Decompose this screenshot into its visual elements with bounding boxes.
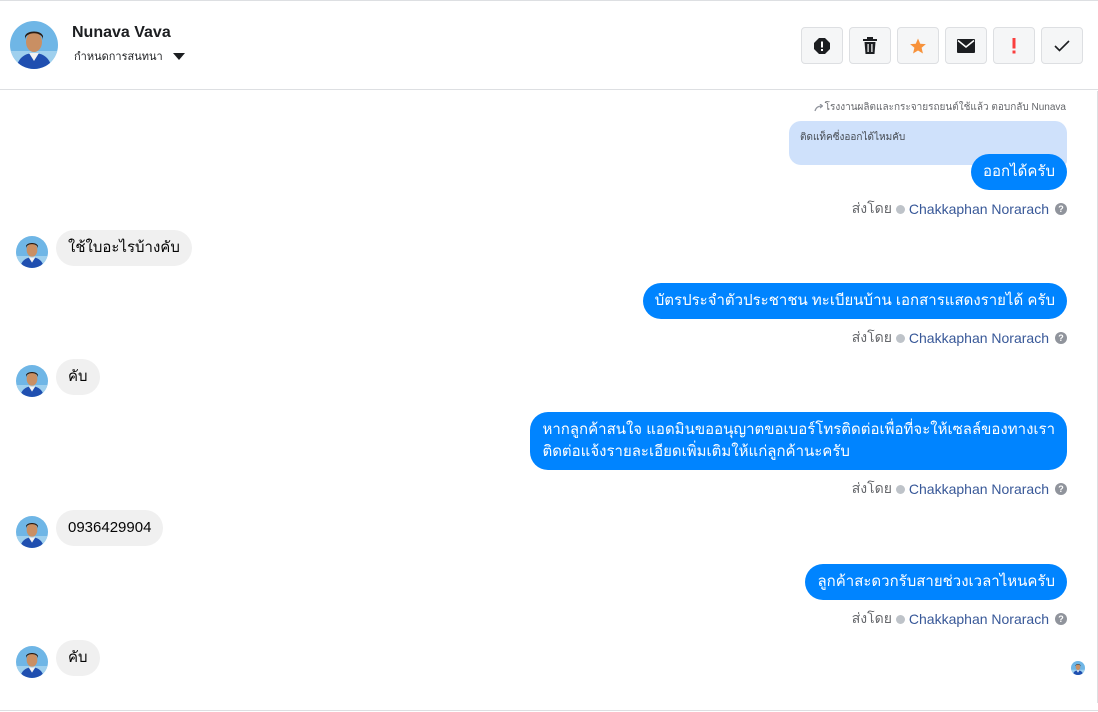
message-text: 0936429904 (68, 519, 152, 536)
agent-name[interactable]: Chakkaphan Norarach (909, 481, 1049, 497)
outgoing-message[interactable]: หากลูกค้าสนใจ แอดมินขออนุญาตขอเบอร์โทรติ… (530, 412, 1067, 470)
reply-context: โรงงานผลิตและกระจายรถยนต์ใช้แล้ว ตอบกลับ… (814, 100, 1066, 115)
mark-done-button[interactable] (1041, 27, 1083, 64)
caret-down-icon (172, 52, 185, 60)
check-circle-icon (895, 614, 905, 624)
incoming-message[interactable]: คับ (56, 359, 100, 395)
sent-by-label: ส่งโดย (851, 480, 892, 496)
envelope-icon (957, 38, 975, 53)
reply-context-text: โรงงานผลิตและกระจายรถยนต์ใช้แล้ว ตอบกลับ… (824, 102, 1066, 113)
message-text: ออกได้ครับ (983, 163, 1055, 180)
help-icon[interactable]: ? (1055, 203, 1067, 215)
mark-spam-button[interactable] (801, 27, 843, 64)
conversation-header: Nunava Vava กำหนดการสนทนา (0, 0, 1098, 90)
message-text-line: ติดต่อแจ้งรายละเอียดเพิ่มเติมให้แก่ลูกค้… (542, 443, 850, 460)
spam-icon (814, 37, 830, 54)
outgoing-message[interactable]: บัตรประจำตัวประชาชน ทะเบียนบ้าน เอกสารแส… (642, 283, 1067, 319)
sent-by-line: ส่งโดย Chakkaphan Norarach ? (852, 478, 1067, 500)
assign-conversation-dropdown[interactable]: กำหนดการสนทนา (74, 47, 185, 65)
sender-avatar[interactable] (16, 365, 48, 397)
incoming-message[interactable]: ใช้ใบอะไรบ้างคับ (56, 230, 192, 266)
trash-icon (863, 37, 877, 54)
help-icon[interactable]: ? (1055, 613, 1067, 625)
incoming-message[interactable]: 0936429904 (56, 510, 164, 546)
sent-by-line: ส่งโดย Chakkaphan Norarach ? (852, 608, 1067, 630)
sent-by-label: ส่งโดย (851, 610, 892, 626)
follow-up-button[interactable] (993, 27, 1035, 64)
message-text: บัตรประจำตัวประชาชน ทะเบียนบ้าน เอกสารแส… (654, 292, 1055, 309)
message-text: ลูกค้าสะดวกรับสายช่วงเวลาไหนครับ (817, 573, 1055, 590)
check-circle-icon (895, 333, 905, 343)
agent-name[interactable]: Chakkaphan Norarach (909, 330, 1049, 346)
message-thread: โรงงานผลิตและกระจายรถยนต์ใช้แล้ว ตอบกลับ… (0, 91, 1098, 711)
seen-receipt-avatar (1071, 661, 1085, 675)
sent-by-line: ส่งโดย Chakkaphan Norarach ? (852, 327, 1067, 349)
mark-unread-button[interactable] (945, 27, 987, 64)
star-button[interactable] (897, 27, 939, 64)
sent-by-label: ส่งโดย (851, 329, 892, 345)
assign-conversation-label: กำหนดการสนทนา (74, 51, 163, 63)
incoming-message[interactable]: คับ (56, 640, 100, 676)
sent-by-line: ส่งโดย Chakkaphan Norarach ? (852, 198, 1067, 220)
exclamation-icon (1012, 37, 1016, 53)
outgoing-message[interactable]: ออกได้ครับ (971, 154, 1067, 190)
message-text: คับ (68, 368, 88, 385)
help-icon[interactable]: ? (1055, 332, 1067, 344)
reply-arrow-icon (814, 103, 823, 111)
sender-avatar[interactable] (16, 516, 48, 548)
check-circle-icon (895, 484, 905, 494)
sender-avatar[interactable] (16, 646, 48, 678)
customer-name[interactable]: Nunava Vava (72, 24, 171, 42)
outgoing-message[interactable]: ลูกค้าสะดวกรับสายช่วงเวลาไหนครับ (805, 564, 1067, 600)
sent-by-label: ส่งโดย (851, 200, 892, 216)
message-text-line: หากลูกค้าสนใจ แอดมินขออนุญาตขอเบอร์โทรติ… (542, 421, 1055, 438)
message-text: คับ (68, 649, 88, 666)
customer-avatar[interactable] (10, 21, 58, 69)
check-circle-icon (895, 204, 905, 214)
agent-name[interactable]: Chakkaphan Norarach (909, 611, 1049, 627)
sender-avatar[interactable] (16, 236, 48, 268)
agent-name[interactable]: Chakkaphan Norarach (909, 201, 1049, 217)
star-icon (910, 38, 926, 53)
message-text: ใช้ใบอะไรบ้างคับ (68, 239, 180, 256)
help-icon[interactable]: ? (1055, 483, 1067, 495)
quoted-message-text: ติดแท็คซี่งออกได้ไหมคับ (800, 132, 906, 143)
delete-button[interactable] (849, 27, 891, 64)
conversation-toolbar (801, 27, 1083, 64)
checkmark-icon (1054, 39, 1070, 52)
